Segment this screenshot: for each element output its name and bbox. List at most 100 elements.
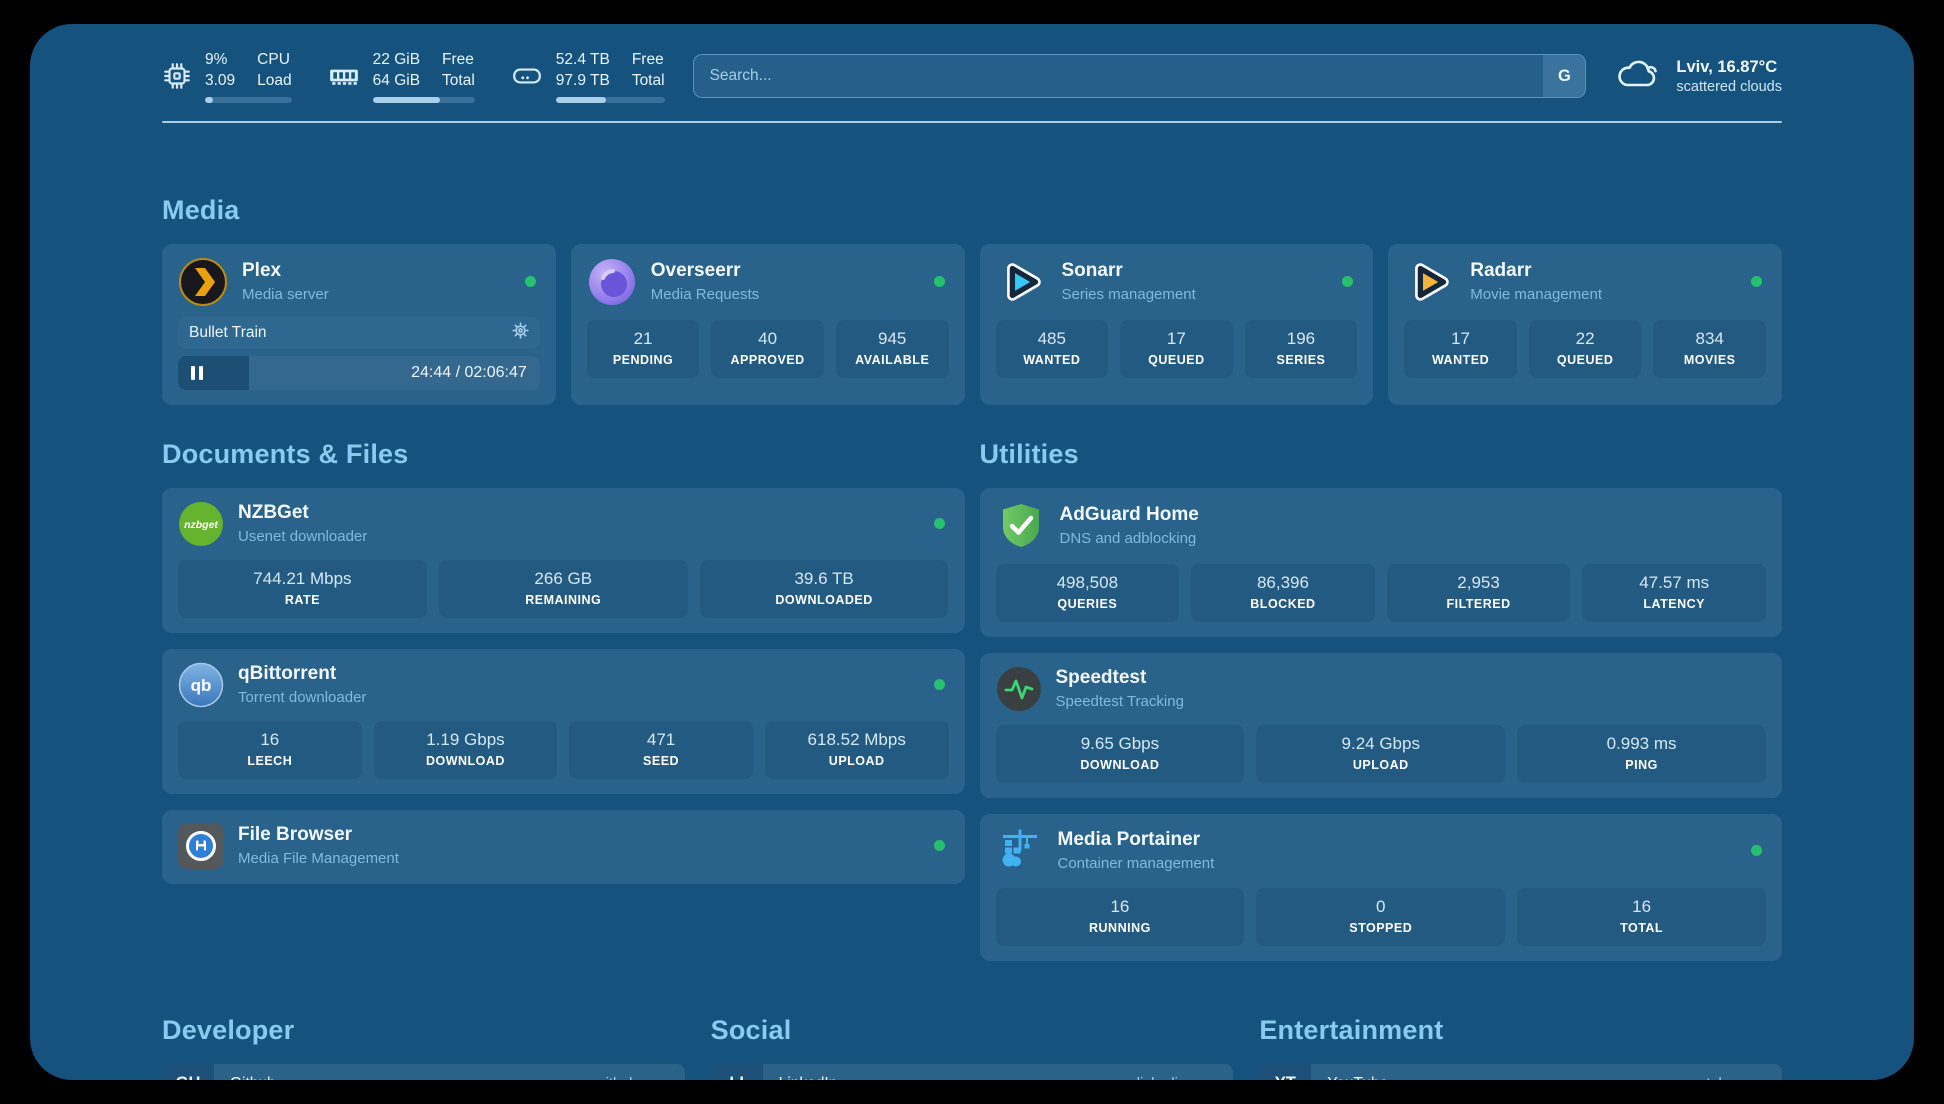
card-subtitle: Speedtest Tracking bbox=[1056, 693, 1184, 710]
disk-values: 52.4 TB97.9 TB bbox=[556, 50, 610, 92]
qbittorrent-icon: qb bbox=[178, 662, 224, 708]
playback-time: 24:44 / 02:06:47 bbox=[411, 364, 527, 382]
card-title: Plex bbox=[242, 260, 329, 283]
system-stats: 9%3.09 CPULoad bbox=[162, 50, 665, 103]
stat-tile: 834MOVIES bbox=[1653, 320, 1766, 378]
stat-tile: 9.65 GbpsDOWNLOAD bbox=[996, 725, 1245, 783]
service-card-nzbget[interactable]: nzbget NZBGet Usenet downloader 744.21 M… bbox=[162, 488, 965, 633]
stat-tile: 0.993 msPING bbox=[1517, 725, 1766, 783]
stat-tile: 16RUNNING bbox=[996, 888, 1245, 946]
portainer-icon bbox=[996, 827, 1044, 875]
cpu-icon bbox=[162, 61, 192, 91]
plex-now-playing: Bullet Train 24:44 / 02:06:47 bbox=[178, 317, 540, 390]
utilities-column: Utilities AdGuard Home bbox=[980, 439, 1783, 961]
now-playing-title: Bullet Train bbox=[189, 324, 267, 342]
stat-tile: 16TOTAL bbox=[1517, 888, 1766, 946]
card-subtitle: Usenet downloader bbox=[238, 528, 367, 545]
status-dot bbox=[934, 518, 945, 529]
section-title-developer: Developer bbox=[162, 1015, 685, 1046]
status-dot bbox=[1751, 276, 1762, 287]
bookmark-github[interactable]: GH Githubgithub.com bbox=[162, 1064, 685, 1080]
status-dot bbox=[1342, 276, 1353, 287]
stat-tile: 744.21 MbpsRATE bbox=[178, 560, 427, 618]
adguard-icon bbox=[996, 501, 1046, 551]
search-input[interactable] bbox=[694, 55, 1544, 97]
bookmark-linkedin[interactable]: LI LinkedInlinkedin.com bbox=[711, 1064, 1234, 1080]
status-dot bbox=[525, 276, 536, 287]
radarr-icon bbox=[1404, 257, 1456, 307]
bookmark-youtube[interactable]: YT YouTubeyoutube.com bbox=[1259, 1064, 1782, 1080]
stat-tile: 485WANTED bbox=[996, 320, 1109, 378]
status-dot bbox=[934, 840, 945, 851]
cloud-icon bbox=[1614, 56, 1662, 97]
stat-tile: 40APPROVED bbox=[711, 320, 824, 378]
card-subtitle: Media Requests bbox=[651, 286, 759, 303]
disk-progress bbox=[556, 97, 665, 103]
stat-tile: 498,508QUERIES bbox=[996, 564, 1180, 622]
section-title-media: Media bbox=[162, 195, 1782, 226]
bookmark-group-social: Social LI LinkedInlinkedin.com TW Twitte… bbox=[711, 1015, 1234, 1080]
stat-tile: 1.19 GbpsDOWNLOAD bbox=[374, 721, 558, 779]
weather-widget: Lviv, 16.87°C scattered clouds bbox=[1614, 56, 1782, 97]
playback-progress-bar: 24:44 / 02:06:47 bbox=[178, 356, 540, 390]
dashboard-panel: 9%3.09 CPULoad bbox=[30, 24, 1914, 1080]
cpu-progress bbox=[205, 97, 292, 103]
filebrowser-icon bbox=[178, 823, 224, 869]
status-dot bbox=[934, 276, 945, 287]
search-provider-button[interactable]: G bbox=[1543, 55, 1585, 97]
service-card-qbittorrent[interactable]: qb qBittorrent Torrent downloader 16LEEC… bbox=[162, 649, 965, 794]
stat-tile: 0STOPPED bbox=[1256, 888, 1505, 946]
plex-icon bbox=[178, 257, 228, 307]
section-title-entertainment: Entertainment bbox=[1259, 1015, 1782, 1046]
service-card-plex[interactable]: Plex Media server Bullet Train bbox=[162, 244, 556, 405]
card-subtitle: Container management bbox=[1058, 855, 1215, 872]
card-title: NZBGet bbox=[238, 502, 367, 525]
stat-tile: 16LEECH bbox=[178, 721, 362, 779]
card-title: Overseerr bbox=[651, 260, 759, 283]
card-title: File Browser bbox=[238, 824, 399, 847]
topbar: 9%3.09 CPULoad bbox=[162, 50, 1782, 103]
memory-values: 22 GiB64 GiB bbox=[373, 50, 420, 92]
stat-tile: 17WANTED bbox=[1404, 320, 1517, 378]
section-title-utilities: Utilities bbox=[980, 439, 1783, 470]
settings-icon bbox=[512, 322, 529, 344]
service-card-speedtest[interactable]: Speedtest Speedtest Tracking 9.65 GbpsDO… bbox=[980, 653, 1783, 798]
stat-tile: 618.52 MbpsUPLOAD bbox=[765, 721, 949, 779]
service-card-portainer[interactable]: Media Portainer Container management 16R… bbox=[980, 814, 1783, 961]
sonarr-icon bbox=[996, 257, 1048, 307]
stat-tile: 196SERIES bbox=[1245, 320, 1358, 378]
memory-icon bbox=[328, 63, 360, 89]
stat-tile: 39.6 TBDOWNLOADED bbox=[700, 560, 949, 618]
memory-stat: 22 GiB64 GiB FreeTotal bbox=[328, 50, 475, 103]
stat-tile: 945AVAILABLE bbox=[836, 320, 949, 378]
section-title-documents: Documents & Files bbox=[162, 439, 965, 470]
card-subtitle: DNS and adblocking bbox=[1060, 530, 1199, 547]
stat-tile: 47.57 msLATENCY bbox=[1582, 564, 1766, 622]
nzbget-icon: nzbget bbox=[178, 501, 224, 547]
service-card-radarr[interactable]: Radarr Movie management 17WANTED 22QUEUE… bbox=[1388, 244, 1782, 405]
weather-condition: scattered clouds bbox=[1676, 79, 1782, 95]
card-subtitle: Media File Management bbox=[238, 850, 399, 867]
memory-labels: FreeTotal bbox=[442, 50, 475, 92]
card-subtitle: Series management bbox=[1062, 286, 1196, 303]
service-card-filebrowser[interactable]: File Browser Media File Management bbox=[162, 810, 965, 884]
media-cards: Plex Media server Bullet Train bbox=[162, 244, 1782, 405]
service-card-adguard[interactable]: AdGuard Home DNS and adblocking 498,508Q… bbox=[980, 488, 1783, 637]
svg-text:qb: qb bbox=[191, 676, 212, 695]
card-subtitle: Media server bbox=[242, 286, 329, 303]
service-card-sonarr[interactable]: Sonarr Series management 485WANTED 17QUE… bbox=[980, 244, 1374, 405]
topbar-divider bbox=[162, 121, 1782, 123]
cpu-labels: CPULoad bbox=[257, 50, 291, 92]
stat-tile: 266 GBREMAINING bbox=[439, 560, 688, 618]
disk-labels: FreeTotal bbox=[632, 50, 665, 92]
stat-tile: 2,953FILTERED bbox=[1387, 564, 1571, 622]
service-card-overseerr[interactable]: Overseerr Media Requests 21PENDING 40APP… bbox=[571, 244, 965, 405]
memory-progress bbox=[373, 97, 475, 103]
stat-tile: 86,396BLOCKED bbox=[1191, 564, 1375, 622]
bookmark-group-entertainment: Entertainment YT YouTubeyoutube.com NF N… bbox=[1259, 1015, 1782, 1080]
stat-tile: 471SEED bbox=[569, 721, 753, 779]
bookmark-abbr: YT bbox=[1259, 1064, 1311, 1080]
pause-icon bbox=[191, 366, 203, 380]
search-bar: G bbox=[693, 54, 1587, 98]
bookmark-abbr: GH bbox=[162, 1064, 214, 1080]
